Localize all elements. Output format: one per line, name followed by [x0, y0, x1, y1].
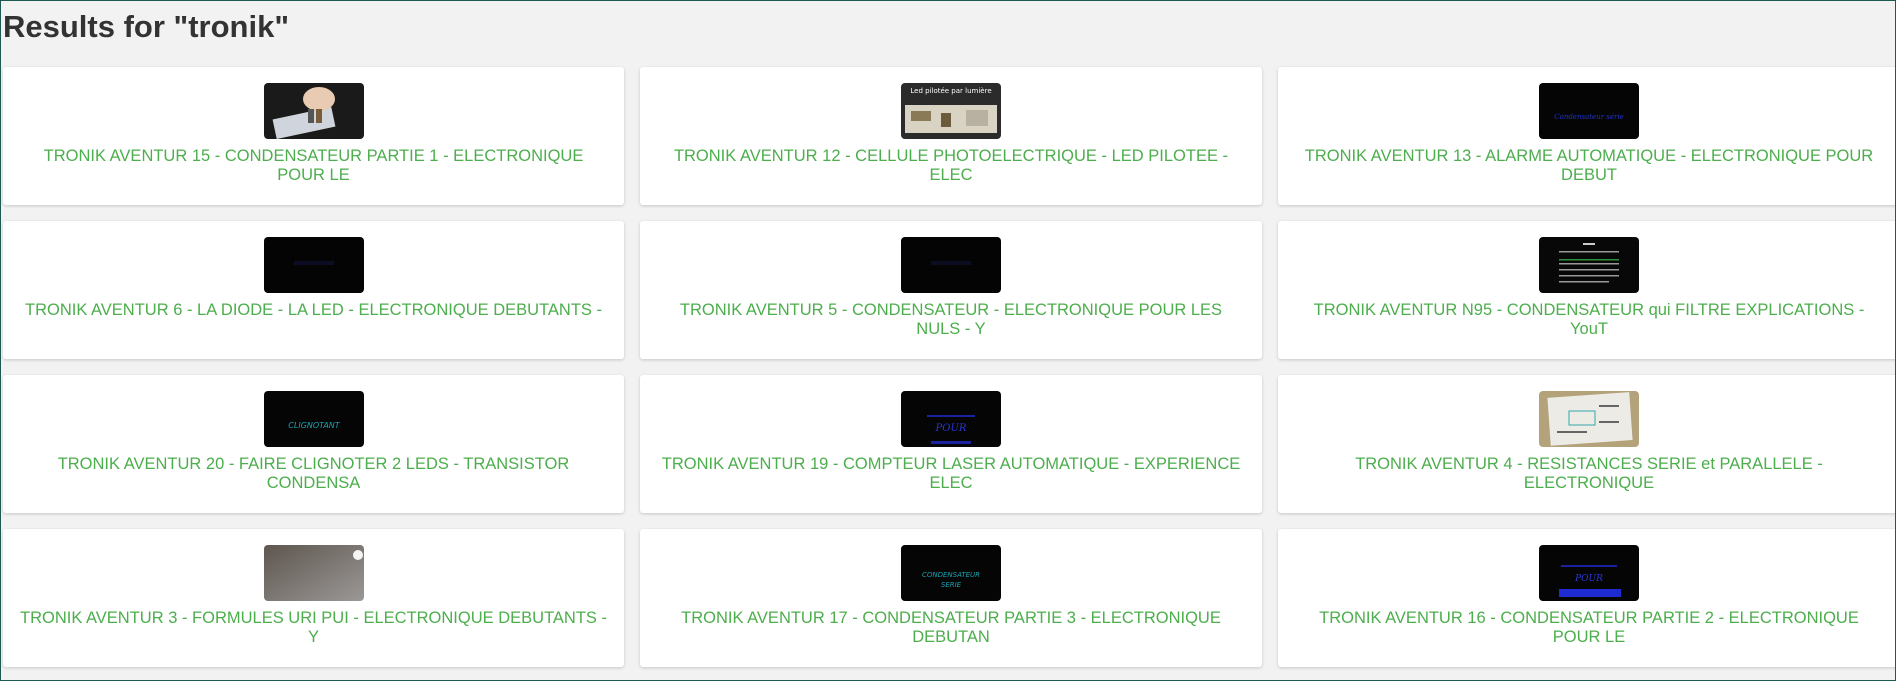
video-thumbnail[interactable] — [901, 237, 1001, 293]
result-title-link[interactable]: TRONIK AVENTUR 13 - ALARME AUTOMATIQUE -… — [1294, 147, 1884, 185]
video-thumbnail[interactable]: POUR — [901, 391, 1001, 447]
svg-text:POUR: POUR — [1574, 574, 1603, 584]
svg-text:Led pilotée par lumière: Led pilotée par lumière — [910, 87, 991, 95]
result-title-link[interactable]: TRONIK AVENTUR 5 - CONDENSATEUR - ELECTR… — [656, 301, 1246, 339]
result-title-link[interactable]: TRONIK AVENTUR 16 - CONDENSATEUR PARTIE … — [1294, 609, 1884, 647]
result-card[interactable]: TRONIK AVENTUR 4 - RESISTANCES SERIE et … — [1278, 375, 1895, 513]
video-thumbnail[interactable]: CLIGNOTANT — [263, 391, 364, 447]
video-thumbnail[interactable]: POUR — [1539, 545, 1639, 601]
result-card[interactable]: POUR TRONIK AVENTUR 16 - CONDENSATEUR PA… — [1278, 529, 1895, 667]
result-card[interactable]: TRONIK AVENTUR N95 - CONDENSATEUR qui FI… — [1278, 221, 1895, 359]
result-card[interactable]: TRONIK AVENTUR 15 - CONDENSATEUR PARTIE … — [3, 67, 624, 205]
result-title-link[interactable]: TRONIK AVENTUR 17 - CONDENSATEUR PARTIE … — [656, 609, 1246, 647]
svg-text:POUR: POUR — [935, 423, 967, 434]
svg-text:CONDENSATEUR: CONDENSATEUR — [922, 571, 980, 579]
result-card[interactable]: CLIGNOTANT TRONIK AVENTUR 20 - FAIRE CLIG… — [3, 375, 624, 513]
results-grid: TRONIK AVENTUR 15 - CONDENSATEUR PARTIE … — [3, 67, 1895, 667]
video-thumbnail[interactable] — [263, 83, 364, 139]
video-thumbnail[interactable] — [1539, 391, 1639, 447]
page-title: Results for "tronik" — [3, 9, 290, 44]
result-title-link[interactable]: TRONIK AVENTUR 3 - FORMULES URI PUI - EL… — [19, 609, 609, 647]
video-thumbnail[interactable]: Condensateur série — [1539, 83, 1639, 139]
result-title-link[interactable]: TRONIK AVENTUR 19 - COMPTEUR LASER AUTOM… — [656, 455, 1246, 493]
result-title-link[interactable]: TRONIK AVENTUR 20 - FAIRE CLIGNOTER 2 LE… — [19, 455, 609, 493]
result-card[interactable]: Led pilotée par lumière TRONIK AVENTUR 12… — [640, 67, 1262, 205]
video-thumbnail[interactable] — [263, 545, 364, 601]
result-card[interactable]: TRONIK AVENTUR 6 - LA DIODE - LA LED - E… — [3, 221, 624, 359]
result-card[interactable]: CONDENSATEUR SERIE TRONIK AVENTUR 17 - CO… — [640, 529, 1262, 667]
result-card[interactable]: Condensateur série TRONIK AVENTUR 13 - AL… — [1278, 67, 1895, 205]
video-thumbnail[interactable]: Led pilotée par lumière — [901, 83, 1001, 139]
video-thumbnail[interactable] — [263, 237, 364, 293]
svg-text:Condensateur série: Condensateur série — [1554, 113, 1623, 121]
svg-text:CLIGNOTANT: CLIGNOTANT — [288, 421, 340, 430]
result-title-link[interactable]: TRONIK AVENTUR 4 - RESISTANCES SERIE et … — [1294, 455, 1884, 493]
result-card[interactable]: TRONIK AVENTUR 5 - CONDENSATEUR - ELECTR… — [640, 221, 1262, 359]
svg-text:SERIE: SERIE — [941, 581, 962, 589]
result-title-link[interactable]: TRONIK AVENTUR N95 - CONDENSATEUR qui FI… — [1294, 301, 1884, 339]
video-thumbnail[interactable] — [1539, 237, 1639, 293]
results-page: Results for "tronik" TRONIK AVENTUR 15 -… — [0, 0, 1896, 681]
result-title-link[interactable]: TRONIK AVENTUR 15 - CONDENSATEUR PARTIE … — [19, 147, 609, 185]
result-title-link[interactable]: TRONIK AVENTUR 6 - LA DIODE - LA LED - E… — [19, 301, 609, 320]
result-card[interactable]: POUR TRONIK AVENTUR 19 - COMPTEUR LASER … — [640, 375, 1262, 513]
video-thumbnail[interactable]: CONDENSATEUR SERIE — [901, 545, 1001, 601]
result-title-link[interactable]: TRONIK AVENTUR 12 - CELLULE PHOTOELECTRI… — [656, 147, 1246, 185]
result-card[interactable]: TRONIK AVENTUR 3 - FORMULES URI PUI - EL… — [3, 529, 624, 667]
